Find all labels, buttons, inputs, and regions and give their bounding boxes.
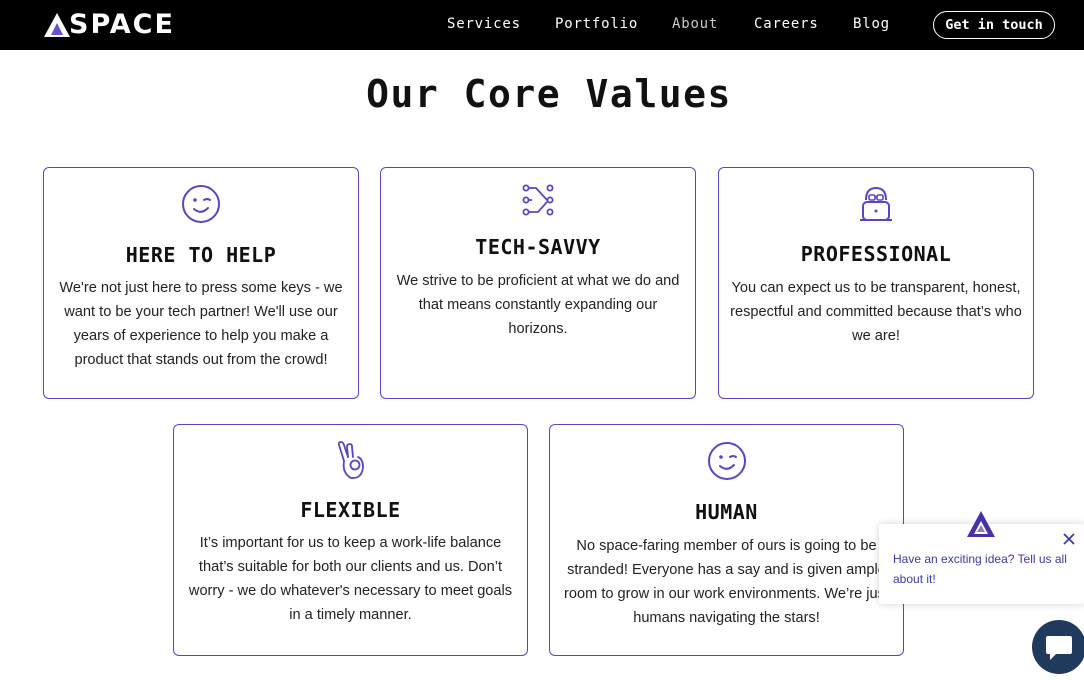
nav-portfolio[interactable]: Portfolio	[555, 16, 638, 32]
value-card-human: HUMAN No space-faring member of ours is …	[549, 424, 904, 656]
card-title: HERE TO HELP	[125, 243, 277, 267]
card-title: PROFESSIONAL	[800, 242, 952, 266]
wink-smiley-icon	[707, 442, 746, 480]
logo-text: SPACE	[69, 9, 175, 40]
nav-about[interactable]: About	[672, 16, 718, 32]
card-text: We strive to be proficient at what we do…	[396, 273, 680, 337]
site-logo[interactable]: SPACE	[43, 9, 175, 40]
connection-nodes-icon	[522, 184, 554, 216]
nav-services[interactable]: Services	[447, 16, 521, 32]
card-title: FLEXIBLE	[300, 498, 401, 522]
get-in-touch-button[interactable]: Get in touch	[933, 11, 1055, 39]
nav-careers[interactable]: Careers	[754, 16, 819, 32]
card-text: No space-faring member of ours is going …	[564, 538, 889, 626]
nav-blog[interactable]: Blog	[853, 16, 890, 32]
close-icon[interactable]	[1060, 530, 1078, 548]
chat-launcher-button[interactable]	[1032, 620, 1084, 674]
site-header: SPACE Services Portfolio About Careers B…	[0, 0, 1084, 50]
value-card-professional: PROFESSIONAL You can expect us to be tra…	[718, 167, 1034, 399]
card-title: TECH-SAVVY	[475, 235, 601, 259]
wink-smiley-icon	[182, 185, 220, 223]
card-text: It’s important for us to keep a work-lif…	[188, 535, 513, 623]
section-title: Our Core Values	[366, 72, 732, 116]
chat-bubble-icon	[1046, 636, 1072, 660]
value-card-here-to-help: HERE TO HELP We're not just here to pres…	[43, 167, 359, 399]
card-title: HUMAN	[695, 500, 758, 524]
robot-with-glasses-icon	[860, 186, 892, 221]
ok-hand-icon	[337, 441, 364, 479]
card-text: We're not just here to press some keys -…	[59, 280, 343, 368]
chat-message: Have an exciting idea? Tell us all about…	[893, 552, 1067, 586]
value-card-flexible: FLEXIBLE It’s important for us to keep a…	[173, 424, 528, 656]
chat-brand-logo-icon	[967, 511, 995, 537]
value-card-tech-savvy: TECH-SAVVY We strive to be proficient at…	[380, 167, 696, 399]
card-text: You can expect us to be transparent, hon…	[730, 280, 1022, 344]
logo-triangle-icon	[44, 13, 70, 37]
